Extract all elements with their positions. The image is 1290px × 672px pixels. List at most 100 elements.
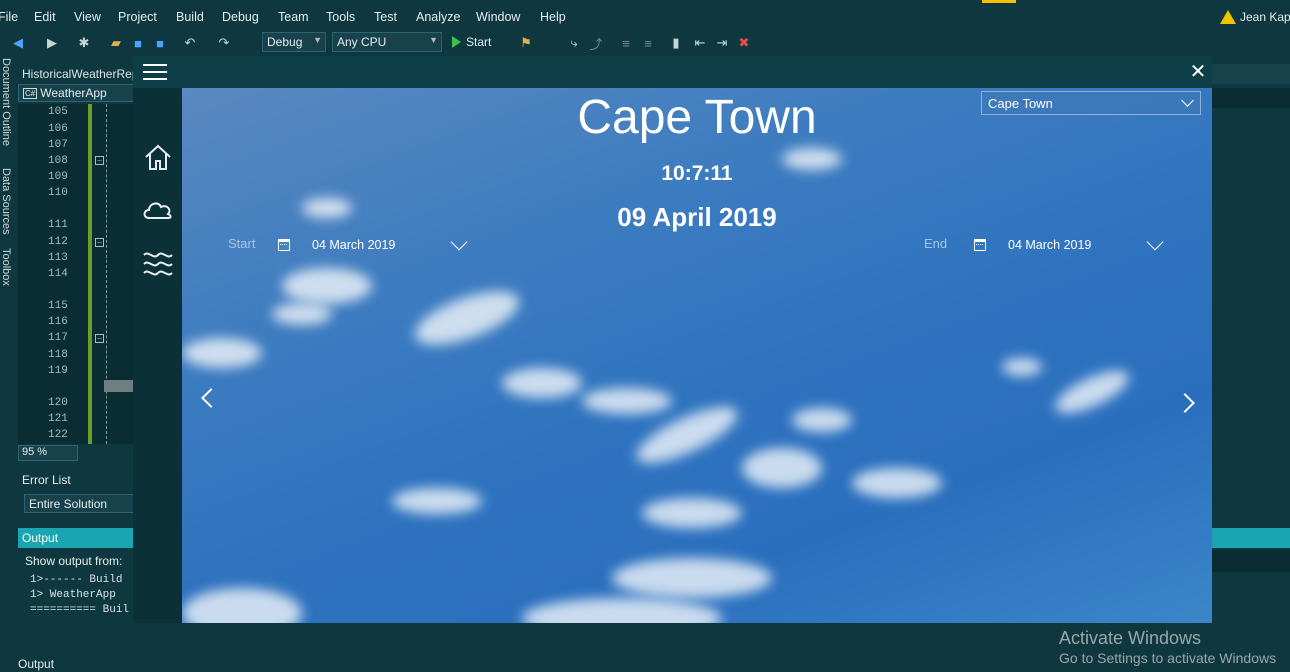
cloud-shape [392,488,482,514]
step-over-icon[interactable]: ⤴ [588,35,604,52]
right-panel-body [1212,88,1290,108]
line-number: 120 [48,397,68,409]
previous-arrow-icon[interactable] [201,388,221,408]
nav-waves-button[interactable] [141,246,175,280]
bookmark-icon[interactable]: ▮ [668,35,684,51]
city-dropdown[interactable]: Cape Town [981,91,1201,115]
cloud-shape [502,368,582,398]
output-panel-title[interactable]: Output [18,528,138,548]
forward-icon[interactable]: ▶ [44,35,60,51]
line-number: 107 [48,139,68,151]
line-number: 106 [48,123,68,135]
collapse-icon[interactable]: − [95,238,104,247]
next-bookmark-icon[interactable]: ⇥ [714,35,730,51]
cloud-icon [143,202,172,219]
platform-select[interactable]: Any CPU ▼ [332,32,442,52]
start-date-picker[interactable]: 04 March 2019 [278,233,478,258]
document-tab[interactable]: HistoricalWeatherRep [18,64,138,84]
menu-project[interactable]: Project [118,10,157,24]
chevron-down-icon: ▼ [313,35,322,45]
cloud-shape [1002,358,1042,376]
bottom-tab-output[interactable]: Output [18,657,54,671]
cloud-shape [642,498,742,528]
ide-menu-bar: File Edit View Project Build Debug Team … [0,0,1290,32]
collapse-icon[interactable]: − [95,334,104,343]
change-indicator [88,104,92,444]
user-account[interactable]: Jean Kapu [1220,10,1290,24]
start-debug-button[interactable]: Start [452,35,491,49]
line-number: 115 [48,300,68,312]
right-panel-footer [1212,550,1290,572]
uncomment-icon[interactable]: ≡ [640,35,656,51]
collapse-icon[interactable]: − [95,156,104,165]
next-arrow-icon[interactable] [1175,393,1195,413]
calendar-icon [974,239,986,251]
redo-icon[interactable]: ↷ [216,35,232,51]
menu-debug[interactable]: Debug [222,10,259,24]
zoom-select[interactable]: 95 % [18,445,78,461]
menu-window[interactable]: Window [476,10,520,24]
undo-icon[interactable]: ↶ [182,35,198,51]
menu-view[interactable]: View [74,10,101,24]
line-number: 108 [48,155,68,167]
line-number: 121 [48,413,68,425]
nav-weather-button[interactable] [141,193,175,227]
ide-toolbar: ◀ ▶ ✱ ▰ ■ ■ ↶ ↷ Debug ▼ Any CPU ▼ Start … [0,32,1290,54]
file-name: WeatherApp [40,86,107,100]
app-title-bar: ✕ [133,56,1212,88]
menu-help[interactable]: Help [540,10,566,24]
comment-icon[interactable]: ≡ [618,35,634,51]
calendar-icon [278,239,290,251]
menu-file[interactable]: File [0,10,18,24]
save-all-icon[interactable]: ■ [152,35,168,51]
start-label: Start [466,35,492,49]
output-panel-title-bar [1212,528,1290,548]
output-line: 1> WeatherApp [30,589,116,601]
weather-app-window: ✕ Cape Town 10:7:11 09 April 2019 Cape T… [133,56,1212,623]
save-icon[interactable]: ■ [130,35,146,51]
waves-icon [143,252,173,276]
solution-config-select[interactable]: Debug ▼ [262,32,326,52]
tab-document-outline[interactable]: Document Outline [0,58,12,146]
line-number: 117 [48,332,68,344]
menu-analyze[interactable]: Analyze [416,10,460,24]
nav-home-button[interactable] [141,140,175,174]
current-date: 09 April 2019 [617,202,777,232]
error-scope-select[interactable]: Entire Solution [24,494,136,513]
file-selector[interactable]: C# WeatherApp [18,84,136,102]
tab-toolbox[interactable]: Toolbox [0,248,12,286]
start-date-value: 04 March 2019 [312,238,396,252]
end-date-picker[interactable]: 04 March 2019 [974,233,1174,258]
city-dropdown-value: Cape Town [988,96,1053,111]
step-icon[interactable]: ⤷ [566,35,582,51]
line-number: 118 [48,349,68,361]
platform-value: Any CPU [337,35,387,49]
chevron-down-icon [1181,94,1194,107]
code-editor[interactable]: 105 106 107 108 109 110 111 112 113 114 … [18,104,134,444]
menu-test[interactable]: Test [374,10,397,24]
menu-team[interactable]: Team [278,10,309,24]
menu-build[interactable]: Build [176,10,204,24]
open-folder-icon[interactable]: ▰ [108,35,124,51]
line-number: 110 [48,187,68,199]
play-icon [452,36,461,48]
output-line: 1>------ Build [30,574,123,586]
clear-bookmarks-icon[interactable]: ✖ [736,35,752,51]
cloud-shape [792,408,852,432]
close-button[interactable]: ✕ [1186,60,1210,84]
right-panel-header [1212,64,1290,84]
tab-data-sources[interactable]: Data Sources [0,168,12,235]
prev-bookmark-icon[interactable]: ⇤ [692,35,708,51]
menu-edit[interactable]: Edit [34,10,56,24]
new-project-icon[interactable]: ✱ [76,35,92,51]
line-number: 111 [48,219,68,231]
user-name: Jean Kapu [1240,10,1290,24]
show-output-label: Show output from: [25,554,123,568]
chevron-down-icon: ▼ [429,35,438,45]
start-date-label: Start [228,236,256,251]
error-list-title[interactable]: Error List [18,470,75,490]
menu-tools[interactable]: Tools [326,10,355,24]
back-icon[interactable]: ◀ [10,35,26,51]
find-icon[interactable]: ⚑ [518,35,534,51]
hamburger-menu-icon[interactable] [143,62,167,82]
